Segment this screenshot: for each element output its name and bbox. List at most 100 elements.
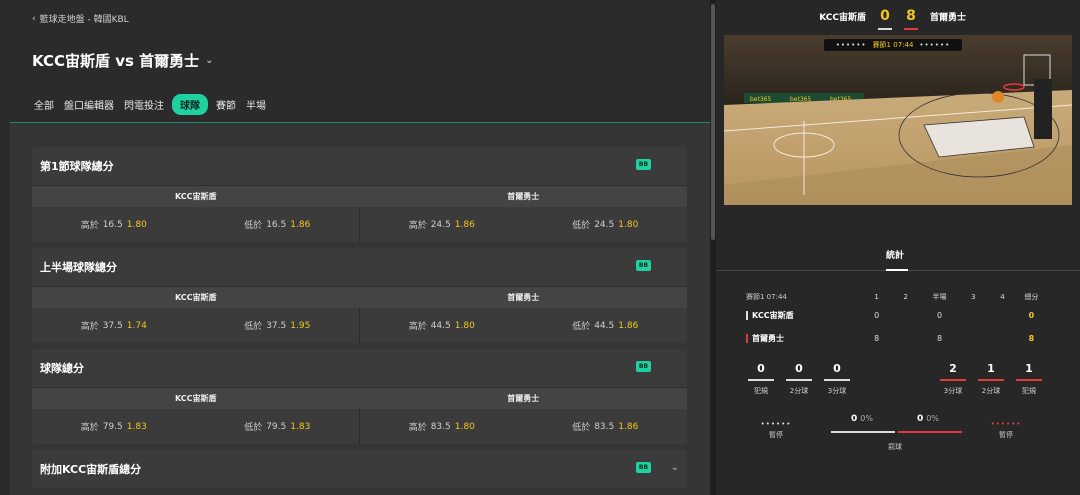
breadcrumb-label: 籃球走地盤 - 韓國KBL [39,15,129,25]
market-header[interactable]: 第1節球隊總分 BB [32,147,687,185]
odds-button[interactable]: 低於 44.5 1.86 [524,308,688,343]
col-header: 半場 [932,293,947,301]
away-2pt-stat: 1 2分球 [976,362,1006,396]
market-card: 上半場球隊總分 BB KCC宙斯盾 首爾勇士 高於 37.5 1.74 低於 37.5… [32,248,687,343]
away-ft-bar [898,431,962,433]
chevron-down-icon: ⌄ [670,462,679,473]
odds-button[interactable]: 低於 37.5 1.95 [196,308,360,343]
market-title: 上半場球隊總分 [40,261,117,274]
col-header: 3 [971,293,976,301]
odds-row: 高於 37.5 1.74 低於 37.5 1.95 高於 44.5 1.80 低於 44.5 1… [32,308,687,343]
home-3pt-stat: 0 3分球 [822,362,852,396]
away-timeouts: •••••• 暫停 [990,420,1022,439]
away-team-label: 首爾勇士 [507,293,540,302]
bet-builder-badge: BB [636,260,651,271]
match-live-panel: KCC宙斯盾 0 8 首爾勇士 bet365 bet365 bet365 •••… [716,0,1080,495]
away-score: 8 [904,8,918,30]
chevron-down-icon: ⌄ [205,55,214,66]
half-score: 0 [936,311,943,320]
market-title: 第1節球隊總分 [40,160,114,173]
home-score: 0 [878,8,892,30]
market-header[interactable]: 上半場球隊總分 BB [32,248,687,286]
odds-button[interactable]: 高於 24.5 1.86 [360,207,524,242]
home-fouls-stat: 0 犯規 [746,362,776,396]
team-cell: 首爾勇士 [746,333,862,344]
market-team-row: KCC宙斯盾 首爾勇士 [32,185,687,207]
home-team-label: KCC宙斯盾 [174,293,217,302]
odds-button[interactable]: 高於 37.5 1.74 [32,308,196,343]
home-2pt-stat: 0 2分球 [784,362,814,396]
odds-button[interactable]: 低於 79.5 1.83 [196,409,360,444]
home-team-name: KCC宙斯盾 [819,12,866,23]
odds-row: 高於 79.5 1.83 低於 79.5 1.83 高於 83.5 1.80 低於 83.5 1… [32,409,687,444]
odds-row: 高於 16.5 1.80 低於 16.5 1.86 高於 24.5 1.86 低於 24.5 1… [32,207,687,242]
home-free-throws: 0 0% [851,414,873,424]
market-card-collapsed[interactable]: 附加KCC宙斯盾總分 BB ⌄ [32,450,687,488]
market-team-row: KCC宙斯盾 首爾勇士 [32,286,687,308]
tab-indicator [886,269,908,271]
markets-panel: ‹ 籃球走地盤 - 韓國KBL KCC宙斯盾 vs 首爾勇士 ⌄ 全部 盤口編輯… [0,0,710,495]
tab-teams[interactable]: 球隊 [172,94,208,115]
tab-half[interactable]: 半場 [244,94,268,115]
score-table: 賽節1 07:44 1 2 半場 3 4 總分 KCC宙斯盾 0 0 0 首爾勇… [746,290,1046,350]
timeout-dots: •••••• [835,41,867,49]
table-row: 首爾勇士 8 8 8 [746,327,1046,350]
tab-all[interactable]: 全部 [32,94,56,115]
odds-button[interactable]: 高於 83.5 1.80 [360,409,524,444]
away-color-bar [746,334,748,343]
away-3pt-stat: 2 3分球 [938,362,968,396]
bet-builder-badge: BB [636,361,651,372]
away-team-label: 首爾勇士 [507,192,540,201]
odds-button[interactable]: 高於 44.5 1.80 [360,308,524,343]
market-title: 球隊總分 [40,362,84,375]
odds-button[interactable]: 高於 79.5 1.83 [32,409,196,444]
market-tabs: 全部 盤口編輯器 閃電投注 球隊 賽節 半場 [32,94,268,115]
team-cell: KCC宙斯盾 [746,310,862,321]
scoreboard-header: KCC宙斯盾 0 8 首爾勇士 [716,0,1080,32]
breadcrumb[interactable]: ‹ 籃球走地盤 - 韓國KBL [32,12,129,26]
market-card: 球隊總分 BB KCC宙斯盾 首爾勇士 高於 79.5 1.83 低於 79.5 1.8… [32,349,687,444]
away-free-throws: 0 0% [917,414,939,424]
away-team-label: 首爾勇士 [507,394,540,403]
away-team-name: 首爾勇士 [930,12,967,23]
total-score: 0 [1028,311,1035,320]
home-timeouts: •••••• 暫停 [760,420,792,439]
live-court-animation: bet365 bet365 bet365 •••••• 賽節1 07:44 ••… [724,35,1072,205]
bet-builder-badge: BB [636,159,651,170]
chevron-left-icon: ‹ [32,13,36,24]
scrollbar-thumb[interactable] [711,4,715,240]
market-card: 第1節球隊總分 BB KCC宙斯盾 首爾勇士 高於 16.5 1.80 低於 16.5… [32,147,687,242]
odds-button[interactable]: 低於 16.5 1.86 [196,207,360,242]
col-header: 2 [903,293,908,301]
home-color-bar [746,311,748,320]
clock-text: 賽節1 07:44 [872,41,914,49]
market-team-row: KCC宙斯盾 首爾勇士 [32,387,687,409]
odds-button[interactable]: 低於 83.5 1.86 [524,409,688,444]
col-header: 1 [874,293,879,301]
q1-score: 0 [874,311,880,320]
free-throws-label: 罰球 [888,443,902,451]
market-header[interactable]: 附加KCC宙斯盾總分 BB ⌄ [32,450,687,488]
home-ft-bar [831,431,895,433]
tab-quarters[interactable]: 賽節 [214,94,238,115]
court-graphic: bet365 bet365 bet365 [724,35,1072,205]
tab-stats[interactable]: 統計 [886,248,904,261]
table-row: KCC宙斯盾 0 0 0 [746,304,1046,327]
score-table-header: 賽節1 07:44 1 2 半場 3 4 總分 [746,290,1046,304]
col-header: 4 [1000,293,1005,301]
match-title[interactable]: KCC宙斯盾 vs 首爾勇士 ⌄ [32,50,214,71]
tab-flash-bet[interactable]: 閃電投注 [122,94,166,115]
period-clock: 賽節1 07:44 [746,293,787,301]
timeout-dots: •••••• [919,41,951,49]
half-score: 8 [936,334,943,343]
bet-builder-badge: BB [636,462,651,473]
market-header[interactable]: 球隊總分 BB [32,349,687,387]
total-score: 8 [1028,334,1035,343]
match-title-text: KCC宙斯盾 vs 首爾勇士 [32,52,200,70]
home-team-label: KCC宙斯盾 [174,192,217,201]
game-clock: •••••• 賽節1 07:44 •••••• [824,39,962,51]
odds-button[interactable]: 低於 24.5 1.80 [524,207,688,242]
col-header: 總分 [1024,293,1039,301]
tab-bet-builder[interactable]: 盤口編輯器 [62,94,116,115]
odds-button[interactable]: 高於 16.5 1.80 [32,207,196,242]
